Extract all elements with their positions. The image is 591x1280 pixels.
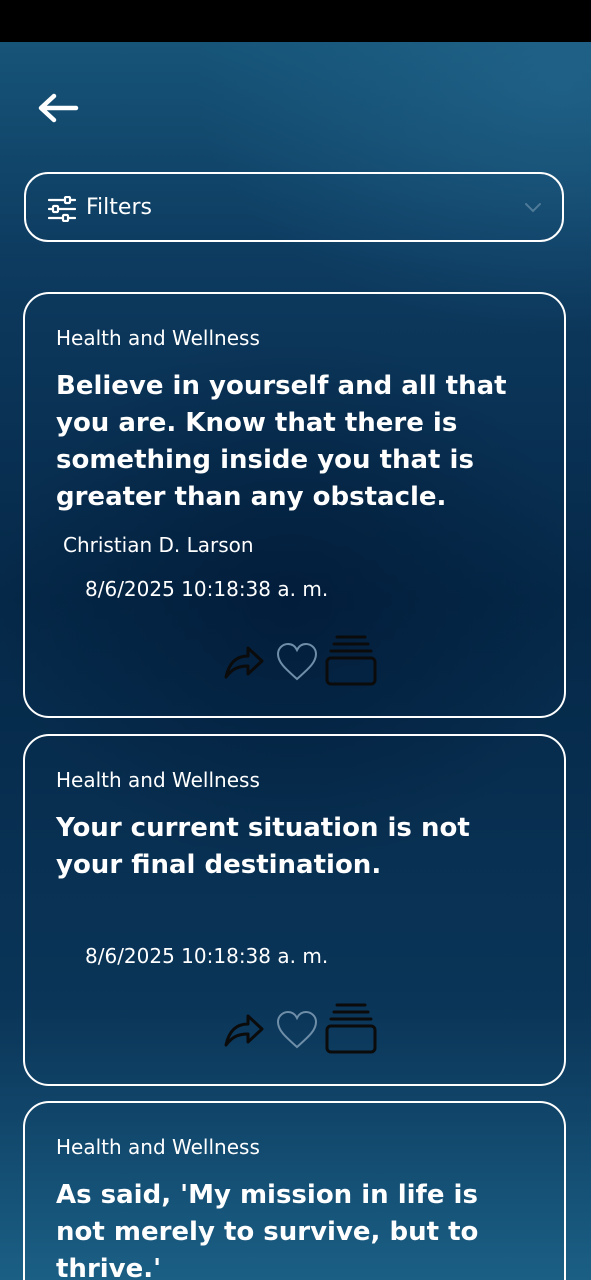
heart-icon[interactable] bbox=[275, 1010, 319, 1050]
stack-icon[interactable] bbox=[325, 1002, 377, 1056]
sliders-icon bbox=[48, 196, 76, 222]
chevron-down-icon bbox=[525, 203, 541, 213]
quote-date: 8/6/2025 10:18:38 a. m. bbox=[85, 944, 329, 968]
quote-actions bbox=[223, 1002, 383, 1062]
quote-date: 8/6/2025 10:18:38 a. m. bbox=[85, 577, 329, 601]
quote-category: Health and Wellness bbox=[56, 326, 260, 350]
stack-icon[interactable] bbox=[325, 634, 377, 688]
share-icon[interactable] bbox=[223, 644, 265, 680]
quote-card: Health and Wellness As said, 'My mission… bbox=[23, 1101, 566, 1280]
share-icon[interactable] bbox=[223, 1012, 265, 1048]
quote-text: As said, 'My mission in life is not mere… bbox=[56, 1180, 479, 1280]
quote-category: Health and Wellness bbox=[56, 768, 260, 792]
quote-author: Christian D. Larson bbox=[63, 533, 254, 557]
quote-category: Health and Wellness bbox=[56, 1135, 260, 1159]
quote-text: Believe in yourself and all that you are… bbox=[56, 371, 507, 512]
arrow-left-icon bbox=[38, 93, 79, 123]
filters-dropdown[interactable]: Filters bbox=[24, 172, 564, 242]
heart-icon[interactable] bbox=[275, 642, 319, 682]
quotes-screen: Filters Health and Wellness Believe in y… bbox=[0, 42, 591, 1280]
back-button[interactable] bbox=[34, 88, 82, 128]
quote-card: Health and Wellness Believe in yourself … bbox=[23, 292, 566, 718]
quote-text: Your current situation is not your final… bbox=[56, 813, 470, 880]
quote-actions bbox=[223, 634, 383, 694]
status-bar bbox=[0, 0, 591, 42]
filters-label: Filters bbox=[86, 195, 152, 220]
quote-card: Health and Wellness Your current situati… bbox=[23, 734, 566, 1086]
